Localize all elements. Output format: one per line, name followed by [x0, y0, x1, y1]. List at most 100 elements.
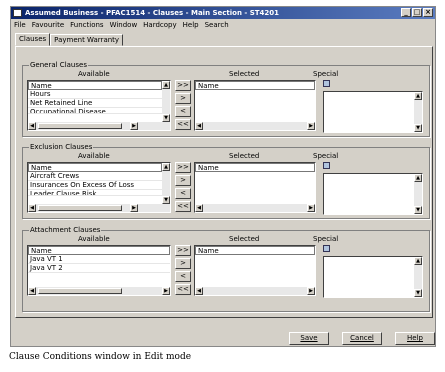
add-button[interactable]: > — [175, 93, 191, 104]
scroll-right-icon[interactable]: ▶ — [162, 287, 170, 295]
selected-list[interactable]: Name ◀ ▶ — [194, 245, 316, 296]
scroll-left-icon[interactable]: ◀ — [195, 204, 203, 212]
note-icon[interactable] — [323, 162, 330, 169]
column-header-name[interactable]: Name — [28, 163, 162, 172]
horizontal-scrollbar[interactable]: ◀ ▶ — [28, 204, 170, 212]
maximize-icon[interactable]: □ — [412, 8, 422, 17]
special-header: Special — [313, 152, 339, 160]
special-textarea[interactable]: ▲ ▼ — [323, 91, 423, 133]
list-item[interactable]: Java VT 1 — [28, 255, 170, 264]
cancel-button[interactable]: Cancel — [342, 332, 382, 345]
scroll-down-icon[interactable]: ▼ — [414, 124, 422, 132]
close-icon[interactable]: × — [423, 8, 433, 17]
list-item[interactable]: Net Retained Line — [28, 99, 162, 108]
menu-favourite[interactable]: Favourite — [32, 20, 64, 31]
scroll-down-icon[interactable]: ▼ — [414, 289, 422, 297]
scroll-right-icon[interactable]: ▶ — [307, 287, 315, 295]
list-item[interactable]: Aircraft Crews — [28, 172, 162, 181]
special-textarea[interactable]: ▲ ▼ — [323, 256, 423, 298]
menu-functions[interactable]: Functions — [70, 20, 103, 31]
menu-window[interactable]: Window — [110, 20, 138, 31]
scroll-thumb[interactable] — [38, 123, 122, 129]
figure-caption: Clause Conditions window in Edit mode — [9, 352, 192, 362]
menu-search[interactable]: Search — [205, 20, 229, 31]
list-item[interactable]: Hours — [28, 90, 162, 99]
selected-list[interactable]: Name ◀ ▶ — [194, 80, 316, 131]
vertical-scrollbar[interactable]: ▲ ▼ — [414, 92, 422, 132]
add-button[interactable]: > — [175, 258, 191, 269]
scroll-right-icon[interactable]: ▶ — [130, 204, 138, 212]
selected-list[interactable]: Name ◀ ▶ — [194, 162, 316, 213]
vertical-scrollbar[interactable]: ▲ ▼ — [414, 257, 422, 297]
scroll-thumb[interactable] — [38, 288, 122, 294]
list-item[interactable]: Occupational Disease — [28, 108, 162, 114]
scroll-up-icon[interactable]: ▲ — [414, 174, 422, 182]
scroll-down-icon[interactable]: ▼ — [162, 196, 170, 204]
available-list[interactable]: Name Hours Net Retained Line Occupationa… — [27, 80, 171, 131]
scroll-right-icon[interactable]: ▶ — [130, 122, 138, 130]
scroll-down-icon[interactable]: ▼ — [162, 114, 170, 122]
scroll-left-icon[interactable]: ◀ — [28, 204, 36, 212]
scroll-left-icon[interactable]: ◀ — [195, 287, 203, 295]
add-button[interactable]: > — [175, 175, 191, 186]
minimize-icon[interactable]: _ — [401, 8, 411, 17]
remove-button[interactable]: < — [175, 271, 191, 282]
scroll-up-icon[interactable]: ▲ — [162, 81, 170, 89]
scroll-left-icon[interactable]: ◀ — [28, 287, 36, 295]
exclusion-clauses-group: Exclusion Clauses Available Selected Spe… — [22, 143, 430, 219]
column-header-name[interactable]: Name — [195, 246, 315, 255]
scroll-right-icon[interactable]: ▶ — [307, 122, 315, 130]
list-item[interactable]: Java VT 2 — [28, 264, 170, 273]
menu-file[interactable]: File — [14, 20, 26, 31]
note-icon[interactable] — [323, 80, 330, 87]
remove-all-button[interactable]: << — [175, 119, 191, 130]
special-textarea[interactable]: ▲ ▼ — [323, 173, 423, 215]
app-icon — [13, 9, 22, 17]
scroll-up-icon[interactable]: ▲ — [162, 163, 170, 171]
remove-all-button[interactable]: << — [175, 284, 191, 295]
horizontal-scrollbar[interactable]: ◀ ▶ — [28, 122, 170, 130]
group-title: Exclusion Clauses — [29, 143, 94, 151]
note-icon[interactable] — [323, 245, 330, 252]
horizontal-scrollbar[interactable]: ◀ ▶ — [195, 122, 315, 130]
scroll-up-icon[interactable]: ▲ — [414, 257, 422, 265]
menu-bar: File Favourite Functions Window Hardcopy… — [11, 20, 435, 31]
title-bar: Assumed Business - PFAC1514 - Clauses - … — [11, 7, 435, 19]
scroll-up-icon[interactable]: ▲ — [414, 92, 422, 100]
available-list[interactable]: Name Aircraft Crews Insurances On Excess… — [27, 162, 171, 213]
column-header-name[interactable]: Name — [28, 81, 162, 90]
column-header-name[interactable]: Name — [195, 81, 315, 90]
selected-header: Selected — [229, 152, 260, 160]
menu-hardcopy[interactable]: Hardcopy — [143, 20, 176, 31]
scroll-down-icon[interactable]: ▼ — [414, 206, 422, 214]
available-list[interactable]: Name Java VT 1 Java VT 2 ◀ ▶ — [27, 245, 171, 296]
add-all-button[interactable]: >> — [175, 80, 191, 91]
group-title: General Clauses — [29, 61, 88, 69]
list-item[interactable]: Leader Clause Risk — [28, 190, 162, 196]
save-button[interactable]: Save — [289, 332, 329, 345]
column-header-name[interactable]: Name — [28, 246, 170, 255]
available-header: Available — [78, 235, 110, 243]
vertical-scrollbar[interactable]: ▲ ▼ — [414, 174, 422, 214]
tab-payment-warranty[interactable]: Payment Warranty — [50, 34, 124, 46]
scroll-left-icon[interactable]: ◀ — [195, 122, 203, 130]
column-header-name[interactable]: Name — [195, 163, 315, 172]
vertical-scrollbar[interactable]: ▲ ▼ — [162, 81, 170, 122]
horizontal-scrollbar[interactable]: ◀ ▶ — [28, 287, 170, 295]
scroll-thumb[interactable] — [38, 205, 122, 211]
list-item[interactable]: Insurances On Excess Of Loss — [28, 181, 162, 190]
add-all-button[interactable]: >> — [175, 245, 191, 256]
remove-button[interactable]: < — [175, 188, 191, 199]
remove-all-button[interactable]: << — [175, 201, 191, 212]
help-button[interactable]: Help — [395, 332, 435, 345]
horizontal-scrollbar[interactable]: ◀ ▶ — [195, 204, 315, 212]
scroll-left-icon[interactable]: ◀ — [28, 122, 36, 130]
add-all-button[interactable]: >> — [175, 162, 191, 173]
vertical-scrollbar[interactable]: ▲ ▼ — [162, 163, 170, 204]
tab-clauses[interactable]: Clauses — [15, 33, 51, 46]
available-header: Available — [78, 152, 110, 160]
menu-help[interactable]: Help — [183, 20, 199, 31]
remove-button[interactable]: < — [175, 106, 191, 117]
scroll-right-icon[interactable]: ▶ — [307, 204, 315, 212]
horizontal-scrollbar[interactable]: ◀ ▶ — [195, 287, 315, 295]
